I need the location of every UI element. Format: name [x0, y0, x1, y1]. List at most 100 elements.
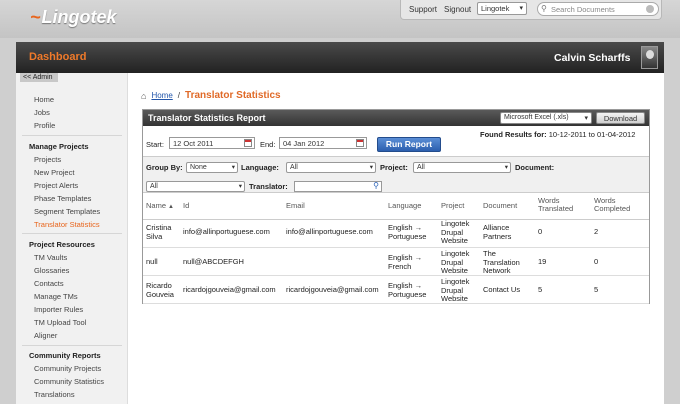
- start-date-field[interactable]: 12 Oct 2011: [169, 137, 255, 149]
- project-select[interactable]: All ▾: [413, 162, 511, 173]
- chevron-down-icon: ▾: [369, 164, 373, 171]
- sidebar-item-manage-tms[interactable]: Manage TMs: [34, 292, 78, 301]
- run-report-button[interactable]: Run Report: [377, 137, 441, 152]
- sidebar-item-tm-upload-tool[interactable]: TM Upload Tool: [34, 318, 86, 327]
- sidebar-item-projects[interactable]: Projects: [34, 155, 61, 164]
- translator-input[interactable]: ⚲: [294, 181, 382, 192]
- clear-search-icon[interactable]: [646, 5, 654, 13]
- report-panel: Translator Statistics Report Microsoft E…: [142, 109, 650, 304]
- column-header-id[interactable]: Id: [183, 202, 189, 210]
- sidebar-item-phase-templates[interactable]: Phase Templates: [34, 194, 91, 203]
- start-label: Start:: [146, 140, 164, 149]
- admin-back-link[interactable]: << Admin: [20, 73, 58, 82]
- cell-name: Ricardo Gouveia: [146, 281, 174, 299]
- search-documents-input[interactable]: ⚲ Search Documents: [537, 2, 659, 16]
- cell-words-translated: 5: [538, 285, 543, 294]
- sidebar-item-translations[interactable]: Translations: [34, 390, 75, 399]
- cell-language: English → French: [388, 253, 423, 271]
- language-label: Language:: [241, 163, 279, 172]
- cell-words-translated: 19: [538, 257, 547, 266]
- logo-text: Lingotek: [41, 6, 117, 27]
- sort-ascending-icon: ▲: [168, 204, 174, 210]
- breadcrumb: ⌂ Home / Translator Statistics: [141, 90, 281, 101]
- breadcrumb-home-link[interactable]: Home: [151, 91, 172, 100]
- sidebar-item-contacts[interactable]: Contacts: [34, 279, 64, 288]
- sidebar-item-aligner[interactable]: Aligner: [34, 331, 57, 340]
- cell-words-completed: 0: [594, 257, 599, 266]
- account-select[interactable]: Lingotek ▾: [477, 2, 527, 15]
- chevron-down-icon: ▾: [584, 115, 588, 122]
- group-by-select[interactable]: None ▾: [186, 162, 238, 173]
- sidebar-item-translator-statistics[interactable]: Translator Statistics: [34, 220, 100, 229]
- main-frame: Dashboard Calvin Scharffs << Admin Home …: [16, 42, 664, 404]
- column-header-language[interactable]: Language: [388, 202, 421, 210]
- cell-project: Lingotek Drupal Website: [441, 277, 470, 303]
- report-title: Translator Statistics Report: [148, 113, 266, 123]
- cell-document: Contact Us: [483, 285, 521, 294]
- cell-words-completed: 2: [594, 227, 599, 236]
- lingotek-logo[interactable]: ~ Lingotek: [30, 6, 117, 28]
- page-title: Translator Statistics: [185, 90, 281, 101]
- table-row[interactable]: Cristina Silva info@allinportuguese.com …: [143, 219, 649, 248]
- project-value: All: [417, 164, 425, 171]
- sidebar-item-project-alerts[interactable]: Project Alerts: [34, 181, 78, 190]
- breadcrumb-separator: /: [177, 91, 181, 100]
- language-select[interactable]: All ▾: [286, 162, 376, 173]
- cell-id: ricardojgouveia@gmail.com: [183, 285, 276, 294]
- end-date-field[interactable]: 04 Jan 2012: [279, 137, 367, 149]
- sidebar-item-segment-templates[interactable]: Segment Templates: [34, 207, 100, 216]
- chevron-down-icon: ▾: [238, 183, 242, 190]
- document-select[interactable]: All ▾: [146, 181, 245, 192]
- dashboard-title[interactable]: Dashboard: [29, 51, 86, 63]
- sidebar-item-community-projects[interactable]: Community Projects: [34, 364, 101, 373]
- document-value: All: [150, 183, 158, 190]
- cell-name: Cristina Silva: [146, 223, 172, 241]
- column-name-label: Name: [146, 201, 167, 210]
- calendar-icon[interactable]: [244, 139, 252, 147]
- column-header-document[interactable]: Document: [483, 202, 517, 210]
- signout-link[interactable]: Signout: [444, 5, 471, 14]
- column-header-words-completed[interactable]: Words Completed: [594, 197, 639, 213]
- sidebar-item-profile[interactable]: Profile: [34, 121, 55, 130]
- cell-email: ricardojgouveia@gmail.com: [286, 285, 379, 294]
- export-format-select[interactable]: Microsoft Excel (.xls) ▾: [500, 112, 592, 124]
- sidebar-item-new-project[interactable]: New Project: [34, 168, 74, 177]
- cell-words-translated: 0: [538, 227, 543, 236]
- column-header-email[interactable]: Email: [286, 202, 305, 210]
- chevron-down-icon: ▾: [231, 164, 235, 171]
- account-select-value: Lingotek: [481, 4, 510, 13]
- column-header-words-translated[interactable]: Words Translated: [538, 197, 583, 213]
- cell-project: Lingotek Drupal Website: [441, 249, 470, 275]
- found-results-label: Found Results for:: [480, 130, 547, 139]
- cell-document: Alliance Partners: [483, 223, 512, 241]
- home-icon[interactable]: ⌂: [141, 91, 146, 101]
- end-label: End:: [260, 140, 276, 149]
- translator-label: Translator:: [249, 182, 288, 191]
- cell-language: English → Portuguese: [388, 223, 427, 241]
- sidebar-item-tm-vaults[interactable]: TM Vaults: [34, 253, 67, 262]
- sidebar-item-jobs[interactable]: Jobs: [34, 108, 50, 117]
- report-header: Translator Statistics Report Microsoft E…: [143, 110, 649, 126]
- table-row[interactable]: null null@ABCDEFGH English → French Ling…: [143, 248, 649, 276]
- support-link[interactable]: Support: [409, 5, 437, 14]
- cell-name: null: [146, 257, 158, 266]
- sidebar-item-home[interactable]: Home: [34, 95, 54, 104]
- search-icon[interactable]: ⚲: [373, 181, 379, 190]
- sidebar-item-glossaries[interactable]: Glossaries: [34, 266, 69, 275]
- sidebar-item-community-statistics[interactable]: Community Statistics: [34, 377, 104, 386]
- cell-language: English → Portuguese: [388, 281, 427, 299]
- sidebar-item-importer-rules[interactable]: Importer Rules: [34, 305, 83, 314]
- user-name: Calvin Scharffs: [554, 52, 631, 64]
- sidebar-divider: [22, 135, 122, 136]
- column-header-project[interactable]: Project: [441, 202, 464, 210]
- export-format-value: Microsoft Excel (.xls): [504, 114, 569, 121]
- top-bar: ~ Lingotek Support Signout Lingotek ▾ ⚲ …: [0, 0, 680, 38]
- found-results-range: 10-12-2011 to 01-04-2012: [548, 130, 636, 139]
- download-button[interactable]: Download: [596, 112, 645, 124]
- table-row[interactable]: Ricardo Gouveia ricardojgouveia@gmail.co…: [143, 276, 649, 304]
- sidebar: << Admin Home Jobs Profile Manage Projec…: [16, 73, 128, 404]
- column-header-name[interactable]: Name ▲: [146, 202, 174, 211]
- avatar[interactable]: [641, 46, 658, 69]
- calendar-icon[interactable]: [356, 139, 364, 147]
- cell-document: The Translation Network: [483, 249, 520, 275]
